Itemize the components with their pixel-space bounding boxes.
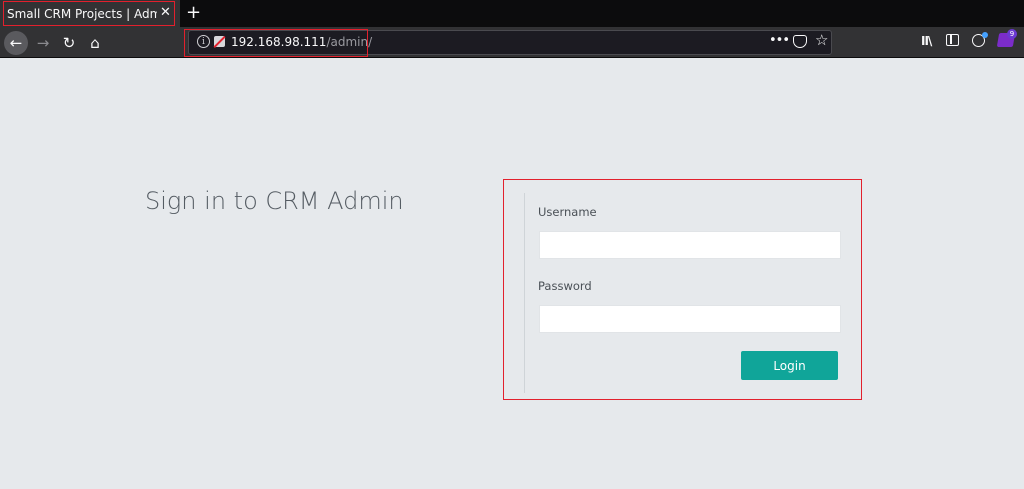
sidebar-icon[interactable] [946,34,959,46]
tab-active[interactable]: Small CRM Projects | Admin ✕ [0,0,180,27]
url-bar[interactable]: i 192.168.98.111/admin/ ••• ☆ [188,30,832,55]
url-path: /admin/ [326,35,373,49]
reload-icon[interactable]: ↻ [57,31,81,55]
home-icon[interactable]: ⌂ [83,31,107,55]
bookmark-star-icon[interactable]: ☆ [815,31,828,49]
page-title: Sign in to CRM Admin [145,187,404,215]
password-label: Password [538,279,592,293]
navigation-bar: ← → ↻ ⌂ i 192.168.98.111/admin/ ••• ☆ II… [0,27,1024,58]
account-icon[interactable] [972,32,988,47]
insecure-lock-icon[interactable] [214,36,225,47]
info-icon[interactable]: i [197,35,210,48]
library-icon[interactable]: II\ [921,34,932,48]
new-tab-icon[interactable]: + [186,2,201,23]
pocket-icon[interactable] [793,35,807,48]
url-text[interactable]: 192.168.98.111/admin/ [231,35,372,49]
close-icon[interactable]: ✕ [160,5,171,20]
tab-title: Small CRM Projects | Admin [7,6,157,21]
url-host: 192.168.98.111 [231,35,327,49]
extension-badge: 9 [1007,29,1017,39]
username-input[interactable] [539,231,841,259]
login-form: Username Password Login [524,193,844,393]
more-actions-icon[interactable]: ••• [769,33,790,48]
tab-strip: Small CRM Projects | Admin ✕ + [0,0,1024,27]
forward-icon[interactable]: → [31,31,55,55]
username-label: Username [538,205,597,219]
login-button[interactable]: Login [741,351,838,380]
password-input[interactable] [539,305,841,333]
back-icon[interactable]: ← [4,31,28,55]
